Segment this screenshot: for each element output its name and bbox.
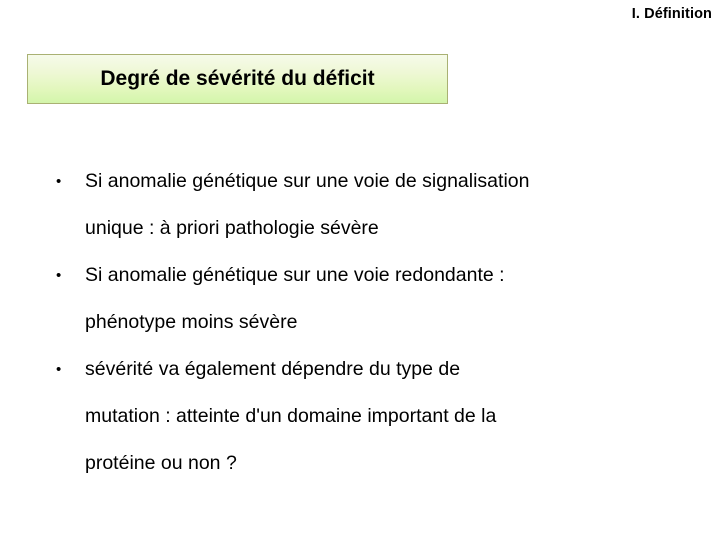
bullet-line: phénotype moins sévère [52, 299, 702, 346]
bullet-line-text: phénotype moins sévère [85, 311, 298, 333]
bullet-line-text: sévérité va également dépendre du type d… [85, 358, 461, 380]
bullet-line: unique : à priori pathologie sévère [52, 205, 702, 252]
bullet-line: Si anomalie génétique sur une voie de si… [52, 158, 702, 205]
bullet-line: protéine ou non ? [52, 440, 702, 487]
slide-canvas: I. Définition Degré de sévérité du défic… [0, 0, 720, 540]
slide-title: Degré de sévérité du déficit [100, 67, 375, 91]
bullet-item: Si anomalie génétique sur une voie de si… [52, 158, 702, 252]
bullet-list: Si anomalie génétique sur une voie de si… [52, 158, 702, 487]
bullet-line: sévérité va également dépendre du type d… [52, 346, 702, 393]
bullet-line: mutation : atteinte d'un domaine importa… [52, 393, 702, 440]
bullet-line-text: Si anomalie génétique sur une voie de si… [85, 170, 530, 192]
bullet-line-text: Si anomalie génétique sur une voie redon… [85, 264, 505, 286]
bullet-item: sévérité va également dépendre du type d… [52, 346, 702, 487]
section-header-label: I. Définition [631, 6, 712, 22]
bullet-line: Si anomalie génétique sur une voie redon… [52, 252, 702, 299]
bullet-line-text: unique : à priori pathologie sévère [85, 217, 379, 239]
title-banner: Degré de sévérité du déficit [27, 54, 448, 104]
bullet-line-text: mutation : atteinte d'un domaine importa… [85, 405, 497, 427]
bullet-item: Si anomalie génétique sur une voie redon… [52, 252, 702, 346]
bullet-line-text: protéine ou non ? [85, 452, 237, 474]
